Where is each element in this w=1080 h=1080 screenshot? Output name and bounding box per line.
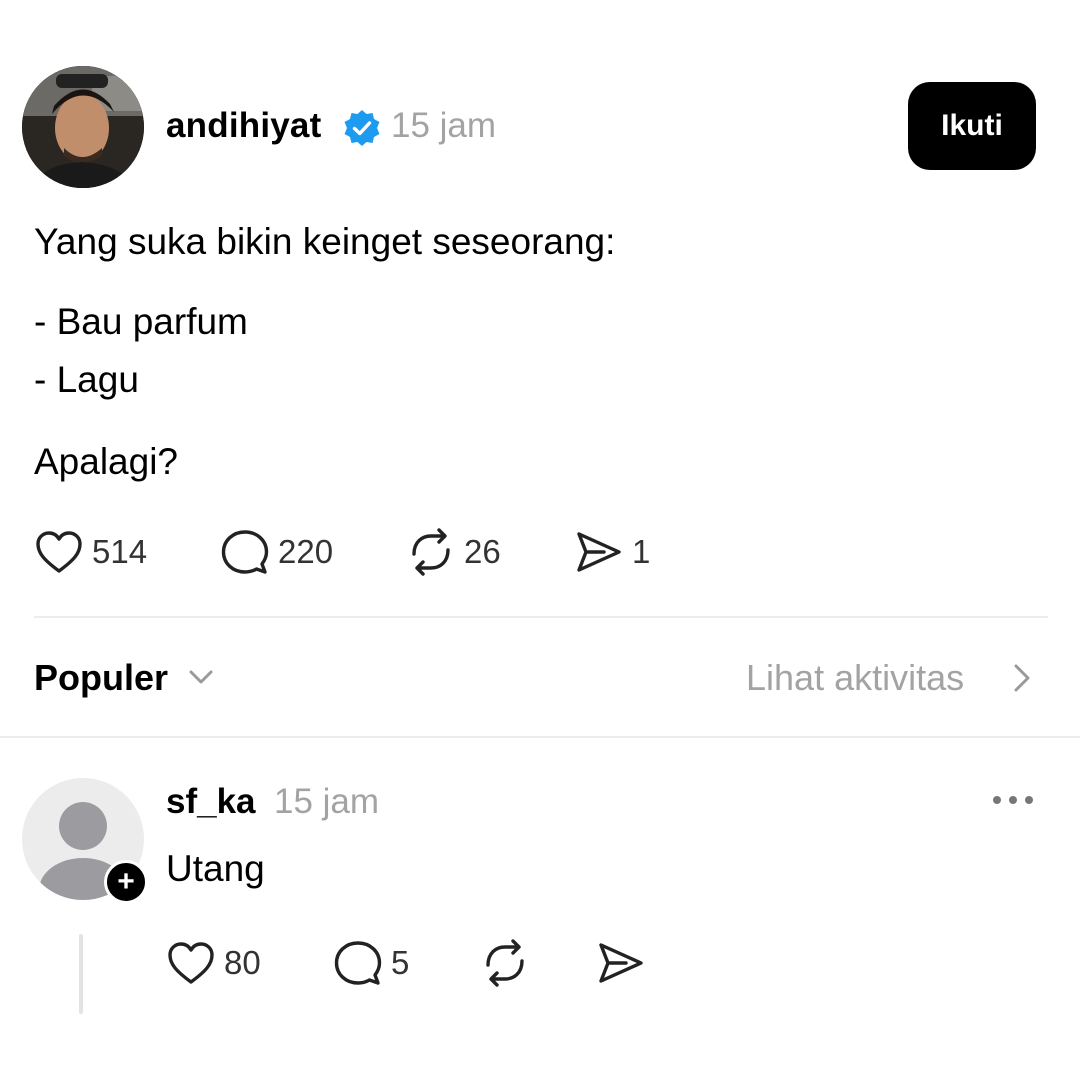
reply-comment-count: 5 [391,944,410,981]
follow-button[interactable]: Ikuti [908,82,1036,170]
share-icon [596,939,646,987]
share-icon [574,528,624,576]
author-avatar[interactable] [22,66,144,188]
reply-username[interactable]: sf_ka [166,782,256,822]
share-button[interactable]: 1 [574,528,650,576]
reply-like-count: 80 [224,944,261,981]
sort-dropdown[interactable]: Populer [34,657,168,699]
more-icon[interactable] [990,790,1036,815]
post-text-line: Apalagi? [34,441,179,482]
reply-share-button[interactable] [596,939,646,987]
repost-icon [480,939,530,987]
comment-icon [333,939,383,987]
view-activity-link[interactable]: Lihat aktivitas [746,657,964,699]
plus-icon[interactable]: + [104,860,148,904]
chevron-down-icon[interactable] [186,666,216,695]
reply-timestamp: 15 jam [274,782,380,821]
like-button[interactable]: 514 [34,529,147,575]
divider [0,736,1080,738]
reply-button[interactable]: 220 [220,528,333,576]
heart-icon [34,529,84,575]
share-count: 1 [632,533,651,570]
reply-repost-button[interactable] [480,939,530,987]
repost-count: 26 [464,533,501,570]
reply-text: Utang [166,848,265,889]
repost-button[interactable]: 26 [406,528,501,576]
verified-icon [342,108,382,148]
post-text-line: - Bau parfum [34,301,248,342]
like-count: 514 [92,533,148,570]
reply-comment-button[interactable]: 5 [333,939,409,987]
post-text-line: - Lagu [34,359,139,400]
chevron-right-icon[interactable] [1010,660,1034,701]
post-timestamp: 15 jam [391,106,497,145]
post-text-line: Yang suka bikin keinget seseorang: [34,221,616,262]
comment-icon [220,528,270,576]
thread-line [79,934,83,1014]
divider [34,616,1048,618]
author-username[interactable]: andihiyat [166,106,321,146]
reply-like-button[interactable]: 80 [166,940,261,986]
repost-icon [406,528,456,576]
heart-icon [166,940,216,986]
reply-count: 220 [278,533,334,570]
